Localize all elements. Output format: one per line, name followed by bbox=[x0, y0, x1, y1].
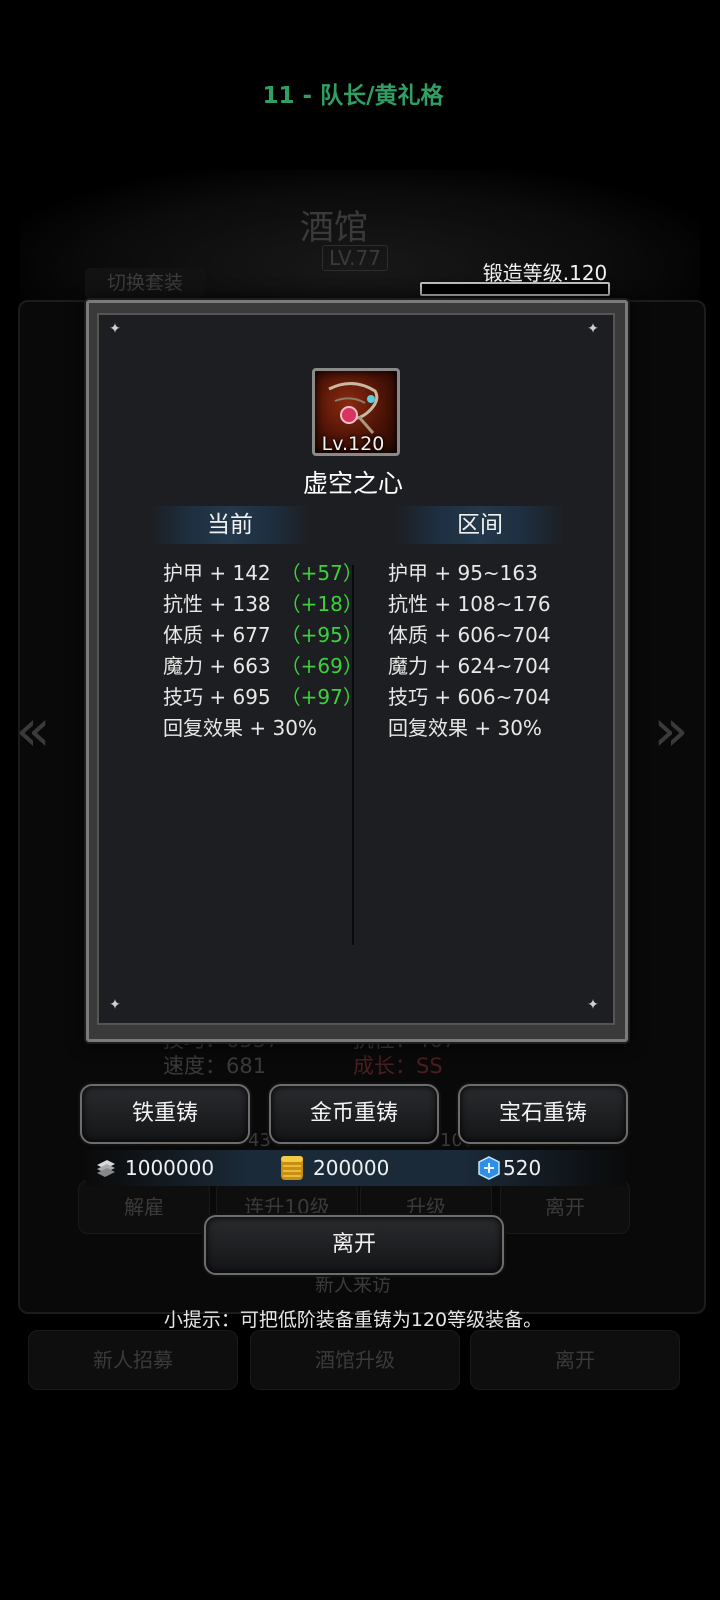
gold-reforge-button[interactable]: 金币重铸 bbox=[269, 1084, 439, 1144]
range-column-header: 区间 bbox=[395, 506, 565, 544]
forge-level-bar bbox=[420, 282, 610, 296]
gold-amount: 200000 bbox=[313, 1156, 390, 1180]
gold-coin-icon bbox=[279, 1152, 305, 1182]
switch-outfit-button: 切换套装 bbox=[85, 268, 205, 298]
tip-text: 小提示：可把低阶装备重铸为120等级装备。 bbox=[163, 1309, 543, 1331]
stat-bonus: （+18） bbox=[280, 592, 363, 616]
bg-leave-button: 离开 bbox=[500, 1180, 630, 1234]
page-title: 11 - 队长/黄礼格 bbox=[262, 83, 444, 109]
iron-reforge-button[interactable]: 铁重铸 bbox=[80, 1084, 250, 1144]
range-stat: 抗性 + 108~176 bbox=[388, 592, 551, 616]
corner-star-icon: ✦ bbox=[587, 321, 599, 337]
current-stat: 护甲 + 142 （+57） bbox=[163, 561, 363, 585]
current-stat: 体质 + 677 （+95） bbox=[163, 623, 363, 647]
current-stat: 技巧 + 695 （+97） bbox=[163, 685, 363, 709]
stat-bonus: （+69） bbox=[280, 654, 363, 678]
range-stat: 护甲 + 95~163 bbox=[388, 561, 538, 585]
stat-bonus: （+95） bbox=[280, 623, 363, 647]
item-name: 虚空之心 bbox=[302, 469, 403, 498]
corner-star-icon: ✦ bbox=[587, 997, 599, 1013]
range-stat: 回复效果 + 30% bbox=[388, 716, 542, 740]
stat-bonus: （+57） bbox=[280, 561, 363, 585]
current-stat: 回复效果 + 30% bbox=[163, 716, 317, 740]
gem-amount: 520 bbox=[503, 1156, 542, 1180]
range-stat: 体质 + 606~704 bbox=[388, 623, 551, 647]
current-stat: 魔力 + 663 （+69） bbox=[163, 654, 363, 678]
bg-tavern-upgrade-button: 酒馆升级 bbox=[250, 1330, 460, 1390]
bg-recruit-button: 新人招募 bbox=[28, 1330, 238, 1390]
iron-icon bbox=[94, 1156, 118, 1180]
bg-leave-button-2: 离开 bbox=[470, 1330, 680, 1390]
bg-stat-growth: 成长：SS bbox=[353, 1054, 443, 1078]
range-stat: 技巧 + 606~704 bbox=[388, 685, 551, 709]
current-column-header: 当前 bbox=[150, 506, 310, 544]
bg-dismiss-button: 解雇 bbox=[78, 1180, 210, 1234]
leave-button[interactable]: 离开 bbox=[204, 1215, 504, 1275]
corner-star-icon: ✦ bbox=[109, 321, 121, 337]
prev-arrow-icon[interactable]: « bbox=[10, 700, 56, 760]
iron-amount: 1000000 bbox=[125, 1156, 215, 1180]
tavern-level: LV.77 bbox=[322, 245, 388, 271]
current-stat: 抗性 + 138 （+18） bbox=[163, 592, 363, 616]
next-arrow-icon[interactable]: » bbox=[648, 700, 694, 760]
corner-star-icon: ✦ bbox=[109, 997, 121, 1013]
gem-icon bbox=[477, 1156, 501, 1180]
bg-stat: 速度：681 bbox=[163, 1054, 267, 1078]
gem-reforge-button[interactable]: 宝石重铸 bbox=[458, 1084, 628, 1144]
tavern-title: 酒馆 bbox=[300, 208, 368, 248]
item-level: Lv.120 bbox=[321, 433, 385, 455]
range-stat: 魔力 + 624~704 bbox=[388, 654, 551, 678]
stat-bonus: （+97） bbox=[280, 685, 363, 709]
